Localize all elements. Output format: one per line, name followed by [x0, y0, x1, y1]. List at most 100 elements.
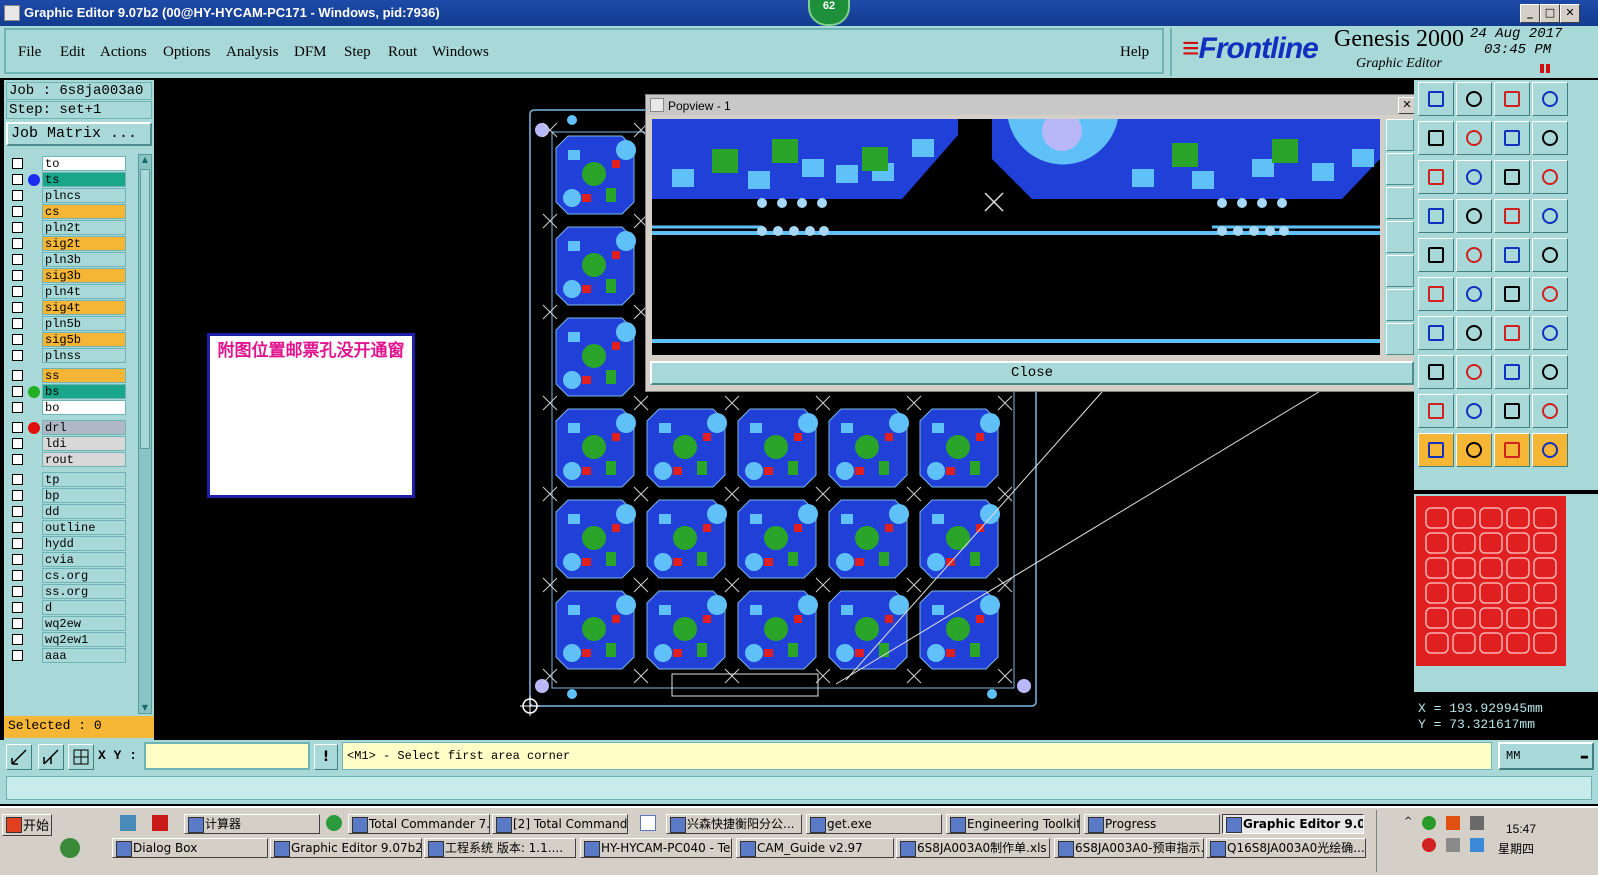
- layer-name[interactable]: ldi: [42, 436, 126, 451]
- node-icon[interactable]: [1418, 277, 1454, 311]
- layer-name[interactable]: bo: [42, 400, 126, 415]
- layer-checkbox[interactable]: [12, 270, 23, 281]
- layer-row[interactable]: pln2t: [8, 220, 128, 235]
- layer-name[interactable]: pln4t: [42, 284, 126, 299]
- layer-checkbox[interactable]: [12, 454, 23, 465]
- layer-row[interactable]: wq2ew1: [8, 632, 128, 647]
- layer-row[interactable]: drl: [8, 420, 128, 435]
- taskbar-button[interactable]: Total Commander 7....: [348, 814, 490, 834]
- minimize-button[interactable]: _: [1520, 4, 1540, 23]
- layer-checkbox[interactable]: [12, 522, 23, 533]
- zoom-box-icon[interactable]: [6, 744, 32, 770]
- net-icon[interactable]: [1494, 199, 1530, 233]
- cross-icon[interactable]: [1456, 277, 1492, 311]
- taskbar-button[interactable]: Engineering Toolkit 9...: [946, 814, 1080, 834]
- taskbar-button[interactable]: 兴森快捷衡阳分公...: [666, 814, 802, 834]
- taskbar-button[interactable]: get.exe: [806, 814, 942, 834]
- undo-icon[interactable]: [1494, 316, 1530, 350]
- help-icon[interactable]: [1532, 160, 1568, 194]
- layer-row[interactable]: bp: [8, 488, 128, 503]
- layer-row[interactable]: sig2t: [8, 236, 128, 251]
- layer-checkbox[interactable]: [12, 206, 23, 217]
- scale-icon[interactable]: [1494, 160, 1530, 194]
- layer-name[interactable]: outline: [42, 520, 126, 535]
- layer-checkbox[interactable]: [12, 402, 23, 413]
- layer-checkbox[interactable]: [12, 618, 23, 629]
- tray-app-icon[interactable]: [1422, 816, 1436, 830]
- layer-row[interactable]: d: [8, 600, 128, 615]
- tray-expand-icon[interactable]: ^: [1404, 816, 1416, 828]
- measure-icon[interactable]: [38, 744, 64, 770]
- layer-row[interactable]: hydd: [8, 536, 128, 551]
- layer-name[interactable]: ss: [42, 368, 126, 383]
- overview-map[interactable]: [1414, 494, 1598, 692]
- triangle-fill-icon[interactable]: [1532, 394, 1568, 428]
- layer-name[interactable]: sig3b: [42, 268, 126, 283]
- open-icon[interactable]: [1418, 82, 1454, 116]
- layer-list-scrollbar[interactable]: ▲ ▼: [138, 154, 152, 714]
- layer-row[interactable]: pln4t: [8, 284, 128, 299]
- pdf-reader-icon[interactable]: [152, 815, 168, 831]
- layer-checkbox[interactable]: [12, 386, 23, 397]
- layer-row[interactable]: wq2ew: [8, 616, 128, 631]
- save-icon[interactable]: [1456, 82, 1492, 116]
- layer-checkbox[interactable]: [12, 254, 23, 265]
- layer-checkbox[interactable]: [12, 370, 23, 381]
- popview-fit-icon[interactable]: [1386, 289, 1414, 321]
- taskbar-button[interactable]: 6S8JA003A0-预审指示....: [1054, 838, 1204, 858]
- tray-security-icon[interactable]: [1446, 816, 1460, 830]
- layer-affected-icon[interactable]: [28, 174, 40, 186]
- pointer-icon[interactable]: [1418, 433, 1454, 467]
- layer-row[interactable]: ss.org: [8, 584, 128, 599]
- tray-volume-icon[interactable]: [1446, 838, 1460, 852]
- layer-checkbox[interactable]: [12, 634, 23, 645]
- layer-row[interactable]: outline: [8, 520, 128, 535]
- layer-name[interactable]: aaa: [42, 648, 126, 663]
- layer-checkbox[interactable]: [12, 602, 23, 613]
- layer-row[interactable]: pln5b: [8, 316, 128, 331]
- arc-icon[interactable]: [1532, 277, 1568, 311]
- maximize-button[interactable]: □: [1540, 4, 1560, 23]
- word-doc-icon[interactable]: [640, 815, 656, 831]
- triangle-icon[interactable]: [1418, 394, 1454, 428]
- layer-name[interactable]: rout: [42, 452, 126, 467]
- layer-row[interactable]: ss: [8, 368, 128, 383]
- copy-icon[interactable]: [1494, 121, 1530, 155]
- probe-icon[interactable]: [1456, 199, 1492, 233]
- layer-checkbox[interactable]: [12, 190, 23, 201]
- menu-step[interactable]: Step: [344, 44, 371, 61]
- layer-checkbox[interactable]: [12, 650, 23, 661]
- tray-google-icon[interactable]: [1422, 838, 1436, 852]
- taskbar-button[interactable]: Graphic Editor 9.07b2 (0...: [270, 838, 422, 858]
- layer-row[interactable]: cs: [8, 204, 128, 219]
- layer-row[interactable]: rout: [8, 452, 128, 467]
- layer-checkbox[interactable]: [12, 350, 23, 361]
- tray-qq-icon[interactable]: [1470, 838, 1484, 852]
- taskbar-button[interactable]: Dialog Box: [112, 838, 268, 858]
- quicklaunch-tool-icon[interactable]: [120, 815, 136, 831]
- layer-name[interactable]: hydd: [42, 536, 126, 551]
- layer-affected-icon[interactable]: [28, 422, 40, 434]
- layer-row[interactable]: ldi: [8, 436, 128, 451]
- layer-name[interactable]: d: [42, 600, 126, 615]
- layer-checkbox[interactable]: [12, 222, 23, 233]
- layer-name[interactable]: bs: [42, 384, 126, 399]
- menu-help[interactable]: Help: [1120, 44, 1149, 61]
- taskbar-button[interactable]: CAM_Guide v2.97: [736, 838, 894, 858]
- popview-zoom-in-icon[interactable]: [1386, 119, 1414, 151]
- export-icon[interactable]: [1456, 121, 1492, 155]
- scrollbar-thumb[interactable]: [140, 169, 150, 449]
- pointer-box-icon[interactable]: [1494, 433, 1530, 467]
- grid-icon[interactable]: [68, 744, 94, 770]
- quicklaunch-icon[interactable]: [60, 838, 80, 858]
- popview-pan-down-icon[interactable]: [1386, 187, 1414, 219]
- popview-close-button[interactable]: Close: [650, 361, 1414, 385]
- scroll-up-icon[interactable]: ▲: [140, 155, 150, 165]
- layer-name[interactable]: bp: [42, 488, 126, 503]
- popview-pan-right-icon[interactable]: [1386, 255, 1414, 287]
- menu-file[interactable]: File: [18, 44, 41, 61]
- line-blue-icon[interactable]: [1456, 316, 1492, 350]
- triangle-blue-icon[interactable]: [1494, 394, 1530, 428]
- units-select[interactable]: MM ▬: [1498, 742, 1594, 770]
- layer-name[interactable]: to: [42, 156, 126, 171]
